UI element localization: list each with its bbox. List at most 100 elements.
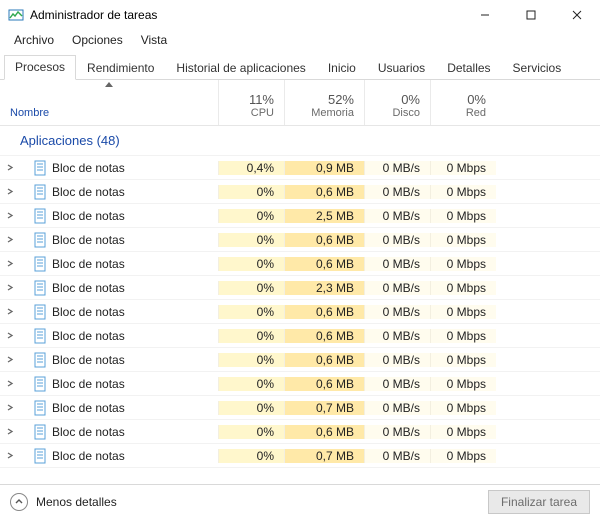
titlebar[interactable]: Administrador de tareas xyxy=(0,0,600,30)
process-memory: 0,6 MB xyxy=(284,353,364,367)
column-header-name-label: Nombre xyxy=(10,107,208,119)
process-cpu: 0% xyxy=(218,281,284,295)
process-memory: 0,6 MB xyxy=(284,377,364,391)
process-memory: 2,5 MB xyxy=(284,209,364,223)
column-header-memory[interactable]: 52% Memoria xyxy=(284,80,364,125)
process-cpu: 0% xyxy=(218,305,284,319)
process-disk: 0 MB/s xyxy=(364,329,430,343)
expand-chevron-icon[interactable] xyxy=(4,378,16,390)
expand-chevron-icon[interactable] xyxy=(4,186,16,198)
process-cpu: 0% xyxy=(218,329,284,343)
process-disk: 0 MB/s xyxy=(364,161,430,175)
process-name: Bloc de notas xyxy=(52,377,125,391)
process-row[interactable]: Bloc de notas0,4%0,9 MB0 MB/s0 Mbps xyxy=(0,156,600,180)
process-memory: 0,6 MB xyxy=(284,305,364,319)
process-network: 0 Mbps xyxy=(430,401,496,415)
process-disk: 0 MB/s xyxy=(364,449,430,463)
expand-chevron-icon[interactable] xyxy=(4,306,16,318)
process-network: 0 Mbps xyxy=(430,281,496,295)
process-memory: 0,6 MB xyxy=(284,233,364,247)
column-header-network[interactable]: 0% Red xyxy=(430,80,496,125)
process-row[interactable]: Bloc de notas0%0,6 MB0 MB/s0 Mbps xyxy=(0,252,600,276)
process-row[interactable]: Bloc de notas0%0,6 MB0 MB/s0 Mbps xyxy=(0,348,600,372)
tab-processes[interactable]: Procesos xyxy=(4,55,76,80)
notepad-icon xyxy=(32,184,48,200)
process-network: 0 Mbps xyxy=(430,329,496,343)
notepad-icon xyxy=(32,304,48,320)
sort-ascending-icon xyxy=(105,82,113,87)
network-label: Red xyxy=(441,107,486,119)
notepad-icon xyxy=(32,256,48,272)
process-row[interactable]: Bloc de notas0%2,3 MB0 MB/s0 Mbps xyxy=(0,276,600,300)
fewer-details-button[interactable] xyxy=(10,493,28,511)
process-disk: 0 MB/s xyxy=(364,233,430,247)
column-header-cpu[interactable]: 11% CPU xyxy=(218,80,284,125)
menu-view[interactable]: Vista xyxy=(133,32,175,48)
fewer-details-label[interactable]: Menos detalles xyxy=(36,495,117,509)
expand-chevron-icon[interactable] xyxy=(4,426,16,438)
expand-chevron-icon[interactable] xyxy=(4,450,16,462)
maximize-button[interactable] xyxy=(508,0,554,30)
expand-chevron-icon[interactable] xyxy=(4,330,16,342)
notepad-icon xyxy=(32,448,48,464)
tab-users[interactable]: Usuarios xyxy=(367,56,436,80)
process-name: Bloc de notas xyxy=(52,353,125,367)
disk-label: Disco xyxy=(375,107,420,119)
expand-chevron-icon[interactable] xyxy=(4,258,16,270)
minimize-button[interactable] xyxy=(462,0,508,30)
expand-chevron-icon[interactable] xyxy=(4,162,16,174)
expand-chevron-icon[interactable] xyxy=(4,402,16,414)
tab-services[interactable]: Servicios xyxy=(502,56,573,80)
process-row[interactable]: Bloc de notas0%0,7 MB0 MB/s0 Mbps xyxy=(0,444,600,468)
expand-chevron-icon[interactable] xyxy=(4,210,16,222)
process-disk: 0 MB/s xyxy=(364,401,430,415)
process-row[interactable]: Bloc de notas0%0,6 MB0 MB/s0 Mbps xyxy=(0,324,600,348)
network-usage-total: 0% xyxy=(441,92,486,107)
process-row[interactable]: Bloc de notas0%0,6 MB0 MB/s0 Mbps xyxy=(0,420,600,444)
tabstrip: Procesos Rendimiento Historial de aplica… xyxy=(0,50,600,80)
tab-details[interactable]: Detalles xyxy=(436,56,501,80)
process-name: Bloc de notas xyxy=(52,161,125,175)
menu-file[interactable]: Archivo xyxy=(6,32,62,48)
process-network: 0 Mbps xyxy=(430,233,496,247)
process-memory: 0,9 MB xyxy=(284,161,364,175)
process-network: 0 Mbps xyxy=(430,425,496,439)
process-network: 0 Mbps xyxy=(430,305,496,319)
process-name: Bloc de notas xyxy=(52,185,125,199)
process-row[interactable]: Bloc de notas0%0,6 MB0 MB/s0 Mbps xyxy=(0,180,600,204)
process-name: Bloc de notas xyxy=(52,401,125,415)
notepad-icon xyxy=(32,424,48,440)
process-grid: Aplicaciones (48) Bloc de notas0,4%0,9 M… xyxy=(0,126,600,484)
process-row[interactable]: Bloc de notas0%0,6 MB0 MB/s0 Mbps xyxy=(0,300,600,324)
process-network: 0 Mbps xyxy=(430,449,496,463)
process-disk: 0 MB/s xyxy=(364,305,430,319)
process-memory: 0,6 MB xyxy=(284,185,364,199)
notepad-icon xyxy=(32,328,48,344)
process-row[interactable]: Bloc de notas0%0,7 MB0 MB/s0 Mbps xyxy=(0,396,600,420)
expand-chevron-icon[interactable] xyxy=(4,354,16,366)
process-row[interactable]: Bloc de notas0%0,6 MB0 MB/s0 Mbps xyxy=(0,228,600,252)
tab-performance[interactable]: Rendimiento xyxy=(76,56,165,80)
tab-app-history[interactable]: Historial de aplicaciones xyxy=(165,56,316,80)
process-memory: 0,6 MB xyxy=(284,425,364,439)
process-memory: 0,6 MB xyxy=(284,257,364,271)
process-cpu: 0% xyxy=(218,401,284,415)
process-row[interactable]: Bloc de notas0%0,6 MB0 MB/s0 Mbps xyxy=(0,372,600,396)
task-manager-window: Administrador de tareas Archivo Opciones… xyxy=(0,0,600,518)
expand-chevron-icon[interactable] xyxy=(4,234,16,246)
expand-chevron-icon[interactable] xyxy=(4,282,16,294)
memory-usage-total: 52% xyxy=(295,92,354,107)
process-cpu: 0% xyxy=(218,425,284,439)
column-header-disk[interactable]: 0% Disco xyxy=(364,80,430,125)
group-applications[interactable]: Aplicaciones (48) xyxy=(0,126,600,156)
column-header-name[interactable]: Nombre xyxy=(0,80,218,125)
process-name: Bloc de notas xyxy=(52,449,125,463)
process-network: 0 Mbps xyxy=(430,185,496,199)
tab-startup[interactable]: Inicio xyxy=(317,56,367,80)
process-row[interactable]: Bloc de notas0%2,5 MB0 MB/s0 Mbps xyxy=(0,204,600,228)
menu-options[interactable]: Opciones xyxy=(64,32,131,48)
end-task-button[interactable]: Finalizar tarea xyxy=(488,490,590,514)
close-button[interactable] xyxy=(554,0,600,30)
process-grid-scroll[interactable]: Aplicaciones (48) Bloc de notas0,4%0,9 M… xyxy=(0,126,600,484)
process-name: Bloc de notas xyxy=(52,329,125,343)
